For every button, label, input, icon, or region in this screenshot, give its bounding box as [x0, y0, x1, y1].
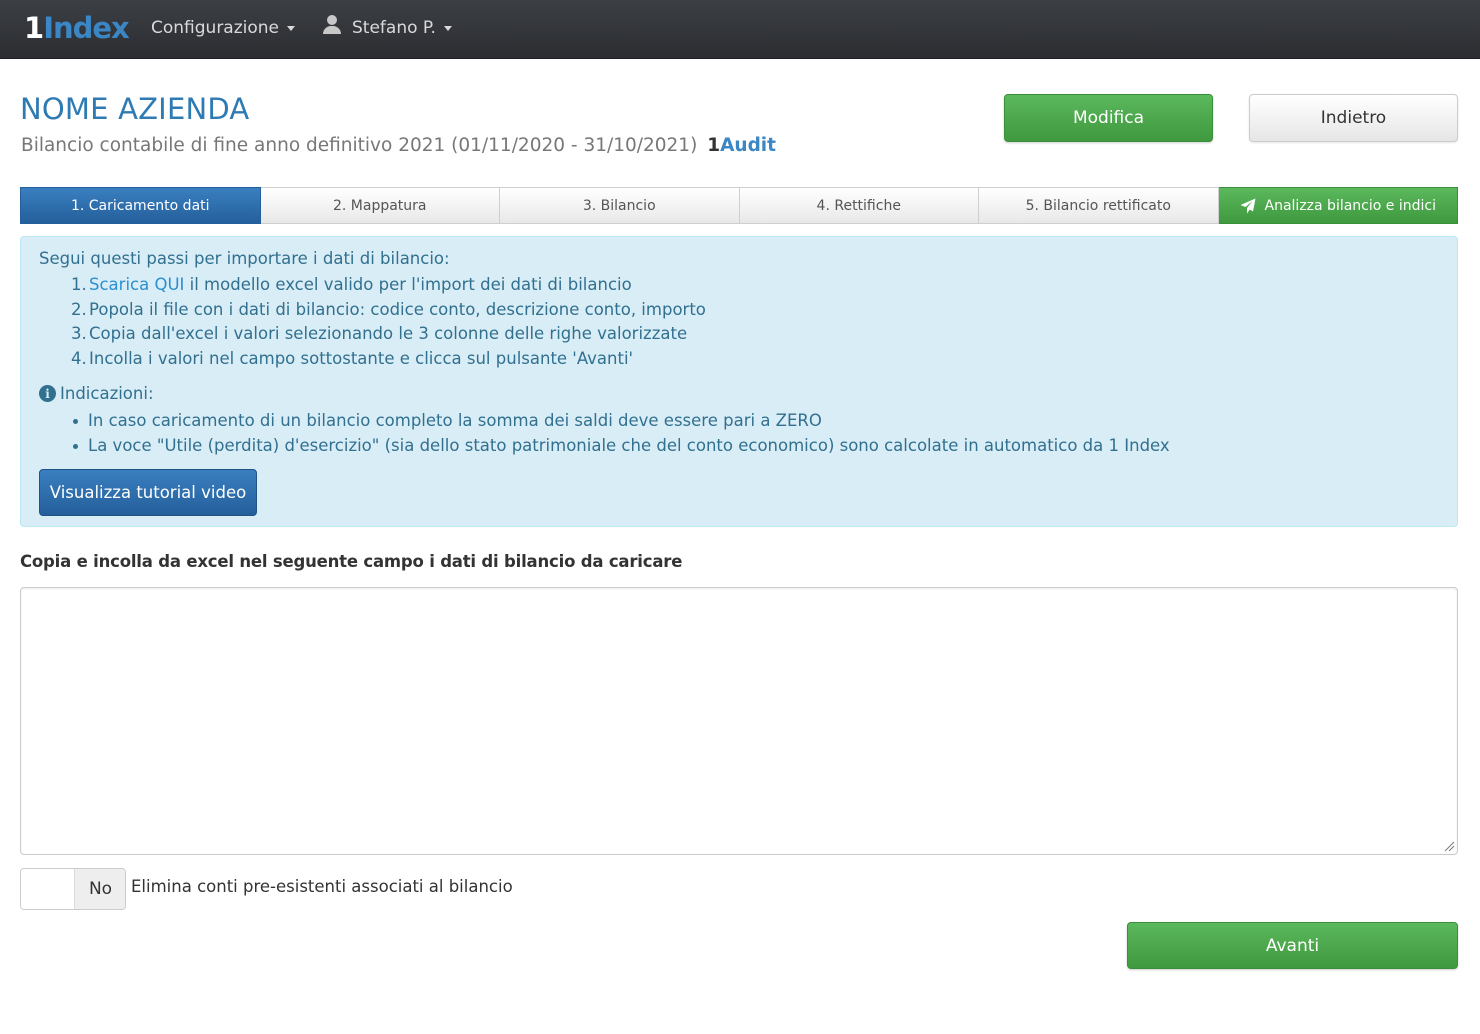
subtitle-text: Bilancio contabile di fine anno definiti… — [21, 135, 698, 156]
paste-data-textarea[interactable] — [20, 587, 1458, 855]
caret-down-icon — [287, 25, 296, 31]
page-title: NOME AZIENDA — [20, 92, 250, 126]
toggle-state: No — [75, 869, 125, 909]
config-menu-label: Configurazione — [151, 18, 280, 38]
list-item: 2. Popola il file con i dati di bilancio:… — [71, 299, 706, 319]
send-icon — [1240, 198, 1256, 213]
instructions-panel: Segui questi passi per importare i dati … — [20, 236, 1458, 527]
user-menu-label: Stefano P. — [352, 18, 436, 38]
indications-heading: i Indicazioni: — [39, 384, 154, 403]
delete-accounts-toggle[interactable]: No — [20, 868, 126, 910]
indications-list: In caso caricamento di un bilancio compl… — [71, 408, 1170, 458]
step-mappatura[interactable]: 2. Mappatura — [260, 187, 500, 224]
tutorial-video-button[interactable]: Visualizza tutorial video — [39, 469, 257, 516]
back-button[interactable]: Indietro — [1249, 94, 1458, 142]
list-item: La voce "Utile (perdita) d'esercizio" (s… — [71, 433, 1170, 458]
toggle-knob — [21, 869, 75, 909]
list-item: In caso caricamento di un bilancio compl… — [71, 408, 1170, 433]
step-caricamento-dati[interactable]: 1. Caricamento dati — [20, 187, 261, 224]
brand-logo-text: Index — [43, 11, 130, 45]
step-bilancio-rettificato[interactable]: 5. Bilancio rettificato — [979, 187, 1219, 224]
next-button[interactable]: Avanti — [1127, 922, 1458, 969]
wizard-steps: 1. Caricamento dati 2. Mappatura 3. Bila… — [20, 187, 1458, 224]
instructions-title: Segui questi passi per importare i dati … — [39, 249, 450, 268]
config-menu[interactable]: Configurazione — [151, 0, 296, 56]
indications-title: Indicazioni: — [60, 384, 154, 403]
toggle-label: Elimina conti pre-esistenti associati al… — [131, 877, 513, 896]
list-item: 3. Copia dall'excel i valori selezionando… — [71, 324, 688, 344]
caret-down-icon — [443, 25, 452, 31]
info-circle-icon: i — [39, 385, 56, 402]
analyze-label: Analizza bilancio e indici — [1264, 197, 1436, 214]
analyze-button[interactable]: Analizza bilancio e indici — [1218, 187, 1458, 224]
download-template-link[interactable]: Scarica QUI — [89, 275, 184, 294]
list-item: 4. Incolla i valori nel campo sottostante… — [71, 349, 634, 369]
instructions-list: 1. Scarica QUI il modello excel valido pe… — [71, 273, 706, 372]
paste-field-label: Copia e incolla da excel nel seguente ca… — [20, 552, 683, 571]
audit-logo: 1Audit — [707, 135, 776, 156]
resize-grip-icon[interactable] — [1443, 840, 1455, 852]
user-menu[interactable]: Stefano P. — [322, 0, 452, 56]
list-item: 1. Scarica QUI il modello excel valido pe… — [71, 275, 632, 294]
user-icon — [322, 15, 342, 35]
step-rettifiche[interactable]: 4. Rettifiche — [739, 187, 979, 224]
brand-logo[interactable]: 1Index — [24, 8, 130, 48]
brand-logo-digit: 1 — [24, 11, 44, 45]
step-bilancio[interactable]: 3. Bilancio — [500, 187, 740, 224]
top-navbar: 1Index Configurazione Stefano P. — [0, 0, 1480, 59]
modify-button[interactable]: Modifica — [1004, 94, 1213, 142]
page-subtitle: Bilancio contabile di fine anno definiti… — [21, 135, 776, 156]
